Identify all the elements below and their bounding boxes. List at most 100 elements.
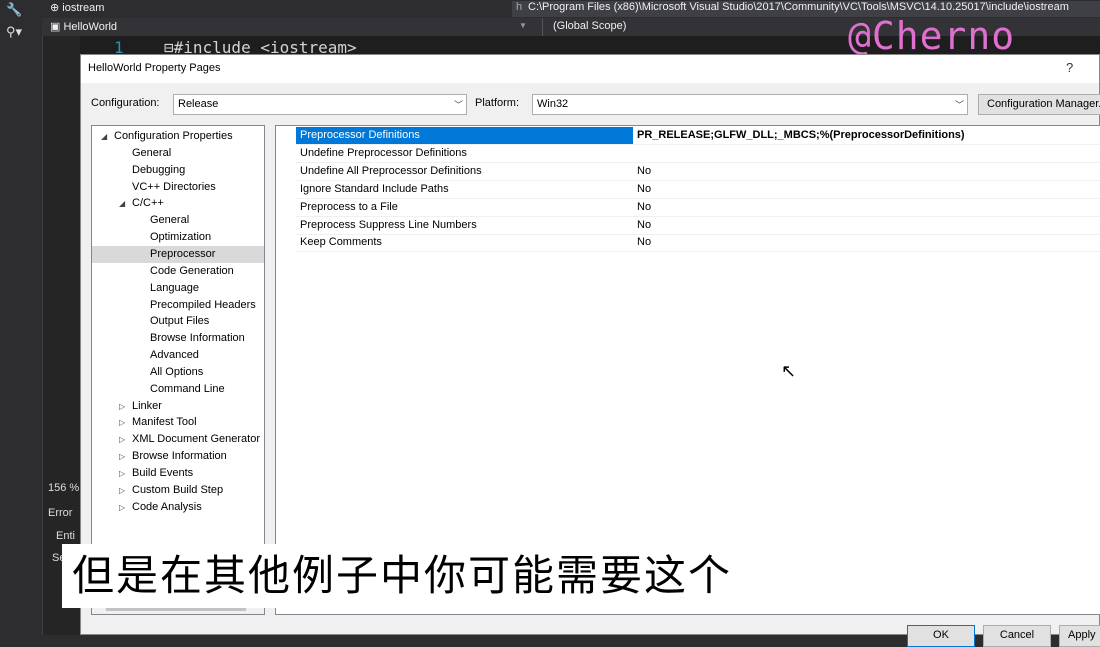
line-number: 1 — [114, 38, 124, 54]
property-name: Preprocess Suppress Line Numbers — [300, 218, 477, 231]
collapse-arrow-icon[interactable]: ◢ — [119, 199, 125, 208]
tree-item-label: General — [150, 214, 190, 227]
chevron-down-icon: ﹀ — [954, 100, 964, 110]
tree-item-label: VC++ Directories — [132, 180, 216, 193]
tree-item[interactable]: Configuration Properties — [114, 128, 233, 145]
configuration-label: Configuration: — [91, 97, 160, 109]
tree-item-label: All Options — [150, 365, 204, 378]
tree-item[interactable]: Linker — [132, 398, 162, 415]
vs-left-toolbar: 🔧 ⚲▾ — [0, 0, 42, 635]
expand-arrow-icon[interactable]: ▷ — [119, 486, 125, 495]
tree-item[interactable]: Code Analysis — [132, 499, 202, 516]
mouse-cursor-icon: ↖ — [781, 361, 797, 381]
property-row[interactable]: Preprocessor Definitions PR_RELEASE;GLFW_… — [296, 127, 1100, 145]
tree-item[interactable]: General — [132, 145, 171, 162]
project-dropdown[interactable]: ▣ HelloWorld — [50, 20, 117, 33]
tree-item-label: Linker — [132, 399, 162, 412]
property-value[interactable]: No — [637, 181, 651, 198]
property-name: Undefine Preprocessor Definitions — [300, 146, 467, 159]
tree-item-label: XML Document Generator — [132, 433, 260, 446]
tree-item-label: Precompiled Headers — [150, 298, 256, 311]
entire-solution-label[interactable]: Enti — [56, 530, 75, 542]
property-value[interactable]: No — [637, 163, 651, 180]
search-icon[interactable]: ⚲▾ — [6, 24, 36, 42]
tree-item[interactable]: Custom Build Step — [132, 482, 223, 499]
tree-item[interactable]: All Options — [150, 364, 203, 381]
expand-arrow-icon[interactable]: ▷ — [119, 469, 125, 478]
file-path: C:\Program Files (x86)\Microsoft Visual … — [528, 1, 1069, 13]
file-tab-label: iostream — [62, 2, 105, 14]
platform-select[interactable]: Win32 ﹀ — [532, 94, 968, 115]
property-value[interactable]: No — [637, 217, 651, 234]
wrench-icon[interactable]: 🔧 — [6, 2, 36, 20]
expand-arrow-icon[interactable]: ▷ — [119, 435, 125, 444]
header-file-icon: h — [516, 1, 523, 13]
property-value[interactable]: No — [637, 199, 651, 216]
tree-item-label: General — [132, 146, 172, 159]
apply-button[interactable]: Apply — [1059, 625, 1100, 647]
tree-item-label: Code Generation — [150, 264, 234, 277]
chevron-down-icon: ﹀ — [453, 100, 463, 110]
tree-item[interactable]: Preprocessor — [92, 245, 264, 263]
tree-item-label: Preprocessor — [150, 247, 216, 260]
project-label: HelloWorld — [63, 21, 118, 33]
tree-item[interactable]: Precompiled Headers — [150, 297, 256, 314]
tree-item-label: Command Line — [150, 382, 225, 395]
property-name: Preprocessor Definitions — [296, 127, 633, 144]
property-value[interactable]: PR_RELEASE;GLFW_DLL;_MBCS;%(Preprocessor… — [637, 127, 965, 144]
tree-item[interactable]: General — [150, 212, 189, 229]
video-subtitle: 但是在其他例子中你可能需要这个 — [62, 544, 804, 608]
tree-item-label: Build Events — [132, 467, 194, 479]
chevron-down-icon[interactable]: ▼ — [519, 21, 527, 30]
property-tree[interactable]: Configuration Properties ◢ General Debuggin… — [91, 125, 265, 615]
play-icon[interactable] — [968, 471, 1048, 546]
collapse-arrow-icon[interactable]: ◢ — [101, 132, 107, 141]
tree-item[interactable]: Debugging — [132, 162, 185, 179]
tree-item[interactable]: Browse Information — [132, 448, 227, 465]
tree-item-label: Configuration Properties — [114, 130, 233, 142]
property-name: Preprocess to a File — [300, 200, 398, 213]
property-row[interactable]: Ignore Standard Include Paths No — [296, 181, 1100, 199]
tree-item[interactable]: C/C++ — [132, 195, 164, 212]
property-value[interactable]: No — [637, 234, 651, 251]
tree-item[interactable]: Build Events — [132, 465, 193, 482]
tree-item[interactable]: Code Generation — [150, 263, 234, 280]
property-row[interactable]: Keep Comments No — [296, 234, 1100, 253]
tree-item[interactable]: Advanced — [150, 347, 199, 364]
tree-item-label: Code Analysis — [132, 500, 202, 513]
ok-button[interactable]: OK — [907, 625, 975, 647]
expand-arrow-icon[interactable]: ▷ — [119, 418, 125, 427]
platform-value: Win32 — [537, 98, 569, 110]
tree-item-label: Optimization — [150, 231, 212, 244]
tree-item-label: Browse Information — [132, 450, 227, 463]
error-list-label: Error — [48, 507, 73, 519]
tree-item-label: Output Files — [150, 315, 210, 328]
zoom-level[interactable]: 156 % — [48, 482, 79, 494]
tree-item[interactable]: XML Document Generator — [132, 431, 260, 448]
tree-item[interactable]: Browse Information — [150, 330, 245, 347]
tree-item[interactable]: VC++ Directories — [132, 179, 216, 196]
property-name: Keep Comments — [300, 236, 382, 249]
expand-arrow-icon[interactable]: ▷ — [119, 503, 125, 512]
cancel-button[interactable]: Cancel — [983, 625, 1051, 647]
tree-item[interactable]: Command Line — [150, 381, 225, 398]
tree-item[interactable]: Manifest Tool — [132, 414, 197, 431]
help-icon[interactable]: ? — [1066, 60, 1073, 75]
expand-arrow-icon[interactable]: ▷ — [119, 452, 125, 461]
tree-item[interactable]: Language — [150, 280, 199, 297]
tree-item-label: C/C++ — [132, 197, 164, 210]
file-tab[interactable]: ⊕ iostream — [50, 1, 104, 14]
configuration-select[interactable]: Release ﹀ — [173, 94, 467, 115]
expand-arrow-icon[interactable]: ▷ — [119, 402, 125, 411]
tree-item[interactable]: Output Files — [150, 313, 209, 330]
configuration-manager-button[interactable]: Configuration Manager... — [978, 94, 1100, 115]
property-row[interactable]: Undefine All Preprocessor Definitions No — [296, 163, 1100, 181]
tree-item[interactable]: Optimization — [150, 229, 211, 246]
tree-item-label: Manifest Tool — [132, 416, 197, 429]
property-row[interactable]: Preprocess Suppress Line Numbers No — [296, 217, 1100, 235]
tree-item-label: Language — [150, 281, 199, 294]
property-row[interactable]: Preprocess to a File No — [296, 199, 1100, 217]
property-row[interactable]: Undefine Preprocessor Definitions — [296, 145, 1100, 163]
dialog-titlebar[interactable]: HelloWorld Property Pages ? — [81, 55, 1099, 83]
property-name: Undefine All Preprocessor Definitions — [300, 164, 482, 177]
